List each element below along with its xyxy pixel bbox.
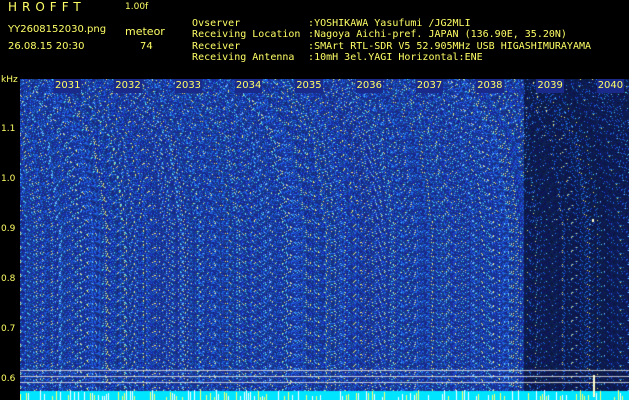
axis-tick-label: 0.8 bbox=[1, 274, 16, 284]
axis-tick-label: 0.6 bbox=[1, 374, 16, 384]
axis-tick-label: 0.7 bbox=[1, 324, 16, 334]
minute-label: 2040 bbox=[596, 79, 625, 93]
minute-label: 2039 bbox=[536, 79, 564, 93]
minute-label: 2036 bbox=[355, 79, 383, 93]
app-title: HROFFT bbox=[8, 0, 86, 14]
axis-tick-label: 0.9 bbox=[1, 224, 16, 234]
minute-label: 2033 bbox=[174, 79, 203, 93]
meteor-count: 74 bbox=[140, 41, 153, 52]
filename-label: YY2608152030.png bbox=[8, 24, 107, 35]
minute-label: 2037 bbox=[415, 79, 444, 93]
meteor-label: meteor bbox=[125, 25, 165, 38]
spectrogram[interactable] bbox=[20, 79, 629, 400]
minute-label: 2032 bbox=[114, 79, 142, 93]
datetime-label: 26.08.15 20:30 bbox=[8, 41, 85, 52]
version-label: 1.00f bbox=[125, 2, 149, 12]
spectrogram-canvas bbox=[20, 79, 629, 400]
frequency-axis: 1.1 1.0 0.9 0.8 0.7 0.6 bbox=[0, 74, 20, 400]
info-value: :10mH 3el.YAGI Horizontal:ENE bbox=[308, 52, 483, 63]
axis-tick-label: 1.1 bbox=[1, 124, 16, 134]
info-key: Receiving Antenna bbox=[192, 52, 295, 63]
minute-label: 2035 bbox=[295, 79, 323, 93]
minute-label: 2034 bbox=[234, 79, 263, 93]
minute-label: 2038 bbox=[476, 79, 504, 93]
axis-tick-label: 1.0 bbox=[1, 174, 16, 184]
info-row-antenna: Receiving Antenna :10mH 3el.YAGI Horizont… bbox=[180, 41, 483, 64]
minute-label: 2031 bbox=[54, 79, 82, 93]
